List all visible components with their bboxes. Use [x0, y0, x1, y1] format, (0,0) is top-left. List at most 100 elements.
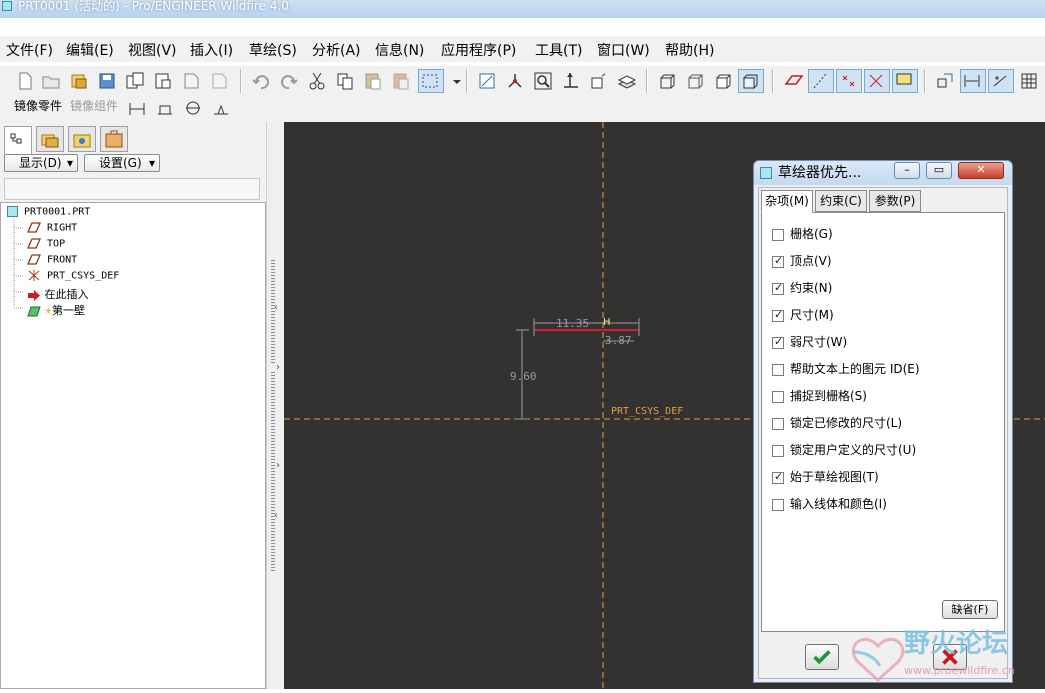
backup-icon[interactable] — [152, 70, 174, 92]
mirror-part-button[interactable]: 镜像零件 — [14, 97, 62, 114]
paste-icon[interactable] — [362, 70, 384, 92]
menu-applications[interactable]: 应用程序(P) — [441, 40, 516, 60]
start-sketch-view-checkbox[interactable] — [772, 470, 784, 484]
tab-connections[interactable] — [100, 126, 128, 152]
tree-item-first-wall[interactable]: ✳第一壁 — [27, 302, 85, 318]
ok-button[interactable] — [805, 644, 839, 670]
new-file-icon[interactable] — [14, 70, 36, 92]
menu-analysis[interactable]: 分析(A) — [312, 40, 361, 60]
selection-filter-icon[interactable] — [418, 69, 444, 93]
ordinate-tool-icon[interactable] — [182, 97, 204, 119]
grid-checkbox[interactable] — [772, 228, 784, 241]
option-entity-id[interactable]: 帮助文本上的图元 ID(E) — [772, 360, 920, 377]
menu-edit[interactable]: 编辑(E) — [66, 40, 114, 60]
dimension-right[interactable]: 3.87 — [605, 334, 632, 347]
mirror-assembly-button[interactable]: 镜像组件 — [70, 97, 118, 114]
snap-grid-checkbox[interactable] — [772, 390, 784, 403]
option-dimensions[interactable]: 尺寸(M) — [772, 306, 834, 323]
minimize-button[interactable]: – — [894, 162, 920, 179]
tree-filter-field[interactable] — [4, 178, 260, 200]
open-files-icon[interactable] — [68, 70, 90, 92]
annotations-icon[interactable] — [892, 69, 918, 93]
expand-right-icon[interactable]: › — [276, 362, 280, 373]
settings-dropdown[interactable]: 设置(G) ▾ — [84, 154, 160, 172]
tab-model-tree[interactable] — [4, 126, 32, 154]
spin-center-icon[interactable] — [504, 70, 526, 92]
collapse-left-icon[interactable]: ‹ — [274, 510, 278, 521]
expand-right-icon[interactable]: › — [276, 460, 280, 471]
datum-points-icon[interactable] — [836, 69, 862, 93]
baseline-tool-icon[interactable] — [154, 97, 176, 119]
repaint-icon[interactable] — [476, 70, 498, 92]
hidden-line-icon[interactable] — [684, 70, 706, 92]
menu-window[interactable]: 窗口(W) — [597, 40, 650, 60]
menu-info[interactable]: 信息(N) — [375, 40, 424, 60]
menu-help[interactable]: 帮助(H) — [665, 40, 714, 60]
tree-item-csys[interactable]: PRT_CSYS_DEF — [27, 270, 119, 282]
option-constraints[interactable]: 约束(N) — [772, 279, 832, 296]
menu-view[interactable]: 视图(V) — [128, 40, 177, 60]
lock-modified-checkbox[interactable] — [772, 417, 784, 430]
cut-icon[interactable] — [306, 70, 328, 92]
option-weak-dimensions[interactable]: 弱尺寸(W) — [772, 333, 847, 350]
tab-misc[interactable]: 杂项(M) — [761, 190, 813, 213]
redo-icon[interactable] — [278, 70, 300, 92]
sketch-orient-icon[interactable] — [934, 70, 956, 92]
dialog-title-bar[interactable]: 草绘器优先... – ▭ ✕ — [754, 161, 1012, 185]
chevron-down-icon[interactable] — [446, 70, 461, 92]
menu-sketch[interactable]: 草绘(S) — [249, 40, 297, 60]
option-lock-user-defined[interactable]: 锁定用户定义的尺寸(U) — [772, 441, 916, 458]
collapse-left-icon[interactable]: ‹ — [274, 302, 278, 313]
save-icon[interactable] — [96, 70, 118, 92]
close-button[interactable]: ✕ — [958, 162, 1004, 179]
copy-icon[interactable] — [334, 70, 356, 92]
grid-display-icon[interactable] — [1018, 70, 1040, 92]
shading-icon[interactable] — [738, 69, 764, 93]
option-vertices[interactable]: 顶点(V) — [772, 252, 832, 269]
constraints-checkbox[interactable] — [772, 281, 784, 295]
default-button[interactable]: 缺省(F) — [942, 600, 998, 619]
option-line-style[interactable]: 输入线体和颜色(I) — [772, 495, 887, 512]
datum-axes-icon[interactable] — [808, 69, 834, 93]
tree-item-top[interactable]: TOP — [26, 238, 65, 250]
option-snap-grid[interactable]: 捕捉到栅格(S) — [772, 387, 867, 404]
datum-planes-icon[interactable] — [782, 70, 804, 92]
tab-parameters[interactable]: 参数(P) — [869, 190, 921, 212]
dimension-vertical[interactable]: 9.60 — [510, 370, 537, 383]
option-start-sketch-view[interactable]: 始于草绘视图(T) — [772, 468, 879, 485]
option-grid[interactable]: 栅格(G) — [772, 225, 833, 242]
erase-icon[interactable] — [208, 70, 230, 92]
vertices-checkbox[interactable] — [772, 254, 784, 268]
no-hidden-icon[interactable] — [712, 70, 734, 92]
save-copy-icon[interactable] — [124, 70, 146, 92]
saved-views-icon[interactable] — [588, 70, 610, 92]
line-style-checkbox[interactable] — [772, 498, 784, 511]
reference-tool-icon[interactable] — [210, 97, 232, 119]
tree-item-right[interactable]: RIGHT — [26, 222, 77, 234]
tab-favorites[interactable] — [68, 126, 96, 152]
tree-item-part[interactable]: PRT0001.PRT — [7, 206, 90, 218]
lock-user-defined-checkbox[interactable] — [772, 444, 784, 457]
rename-icon[interactable] — [180, 70, 202, 92]
wireframe-icon[interactable] — [656, 70, 678, 92]
tab-constraints[interactable]: 约束(C) — [815, 190, 867, 212]
menu-insert[interactable]: 插入(I) — [190, 40, 233, 60]
undo-icon[interactable] — [250, 70, 272, 92]
dimension-tool-icon[interactable] — [126, 97, 148, 119]
paste-special-icon[interactable] — [390, 70, 412, 92]
tab-folder-browser[interactable] — [36, 126, 64, 152]
tree-item-front[interactable]: FRONT — [26, 254, 77, 266]
menu-tools[interactable]: 工具(T) — [535, 40, 582, 60]
zoom-in-icon[interactable] — [532, 70, 554, 92]
dimensions-checkbox[interactable] — [772, 308, 784, 322]
dimension-display-icon[interactable] — [960, 69, 986, 93]
dimension-horizontal[interactable]: 11.35 — [556, 317, 589, 330]
layers-icon[interactable] — [616, 70, 638, 92]
constraint-display-icon[interactable] — [988, 69, 1014, 93]
menu-file[interactable]: 文件(F) — [6, 40, 53, 60]
open-folder-icon[interactable] — [40, 70, 62, 92]
csys-display-icon[interactable] — [864, 69, 890, 93]
option-lock-modified[interactable]: 锁定已修改的尺寸(L) — [772, 414, 902, 431]
entity-id-checkbox[interactable] — [772, 363, 784, 376]
maximize-button[interactable]: ▭ — [926, 162, 952, 179]
